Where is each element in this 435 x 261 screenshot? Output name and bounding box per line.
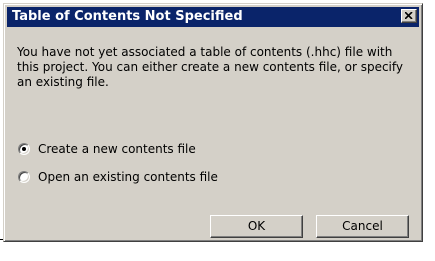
radio-create-label[interactable]: Create a new contents file (38, 142, 196, 156)
close-icon (405, 12, 413, 19)
radio-open-label[interactable]: Open an existing contents file (38, 170, 218, 184)
dialog-title: Table of Contents Not Specified (12, 9, 243, 24)
title-bar[interactable]: Table of Contents Not Specified (7, 7, 419, 27)
radio-dot-icon (22, 147, 26, 151)
dialog-window: Table of Contents Not Specified You have… (3, 3, 423, 242)
radio-selected-icon[interactable] (18, 143, 30, 155)
close-button[interactable] (401, 9, 417, 23)
ok-button[interactable]: OK (210, 215, 303, 238)
radio-create-new[interactable]: Create a new contents file (18, 141, 196, 157)
dialog-message: You have not yet associated a table of c… (17, 45, 404, 89)
radio-open-existing[interactable]: Open an existing contents file (18, 169, 218, 185)
cancel-button[interactable]: Cancel (316, 215, 409, 238)
radio-unselected-icon[interactable] (18, 171, 30, 183)
